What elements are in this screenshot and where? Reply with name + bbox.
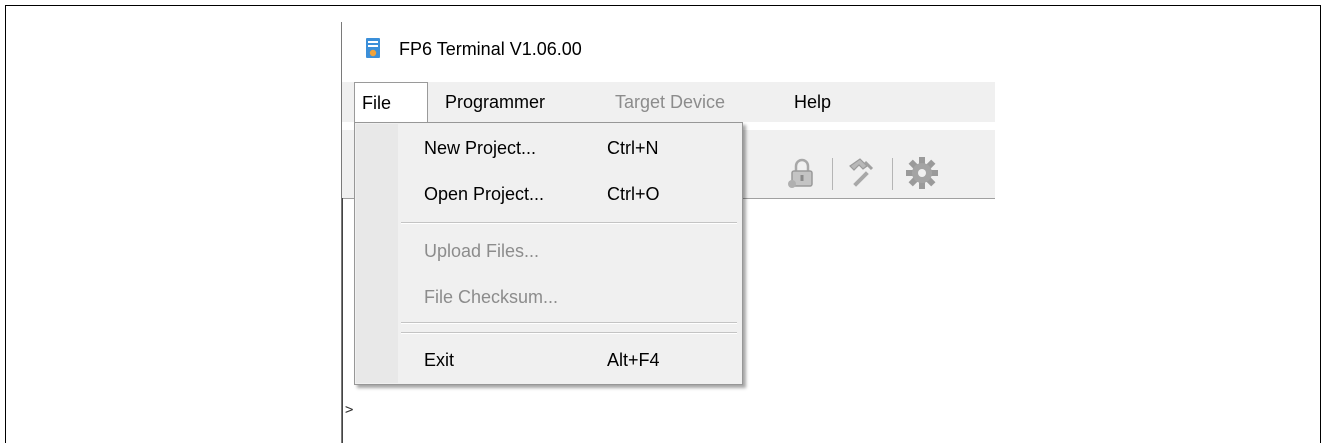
app-icon [366,38,380,58]
lock-icon[interactable] [786,156,818,190]
window-title: FP6 Terminal V1.06.00 [399,39,582,59]
menu-item-label: New Project... [424,138,537,158]
console-prompt: > [345,402,354,418]
toolbar-separator [832,158,833,190]
gear-icon[interactable] [906,156,938,190]
menu-item-shortcut: Alt+F4 [607,350,660,370]
menu-item-exit[interactable]: Exit Alt+F4 [355,341,742,379]
menu-separator [401,222,737,224]
menu-item-file-checksum[interactable]: File Checksum... [355,278,742,316]
menu-item-open-project[interactable]: Open Project... Ctrl+O [355,175,742,213]
menu-item-upload-files[interactable]: Upload Files... [355,232,742,270]
title-bar: FP6 Terminal V1.06.00 [342,22,995,76]
menu-separator [401,332,737,334]
menu-separator [401,322,737,324]
menu-bar: File Programmer Target Device Help [342,82,995,122]
menu-file[interactable]: File [354,82,428,122]
menu-item-shortcut: Ctrl+O [607,184,660,204]
menu-item-label: File Checksum... [424,287,559,307]
menu-target-device[interactable]: Target Device [615,82,725,122]
menu-item-label: Upload Files... [424,241,540,261]
menu-programmer[interactable]: Programmer [445,82,545,122]
toolbar-separator [892,158,893,190]
menu-help[interactable]: Help [794,82,831,122]
menu-item-new-project[interactable]: New Project... Ctrl+N [355,129,742,167]
hammer-icon[interactable] [845,156,877,190]
menu-item-label: Open Project... [424,184,545,204]
file-menu-dropdown: New Project... Ctrl+N Open Project... Ct… [354,122,743,385]
menu-item-label: Exit [424,350,455,370]
menu-item-shortcut: Ctrl+N [607,138,659,158]
